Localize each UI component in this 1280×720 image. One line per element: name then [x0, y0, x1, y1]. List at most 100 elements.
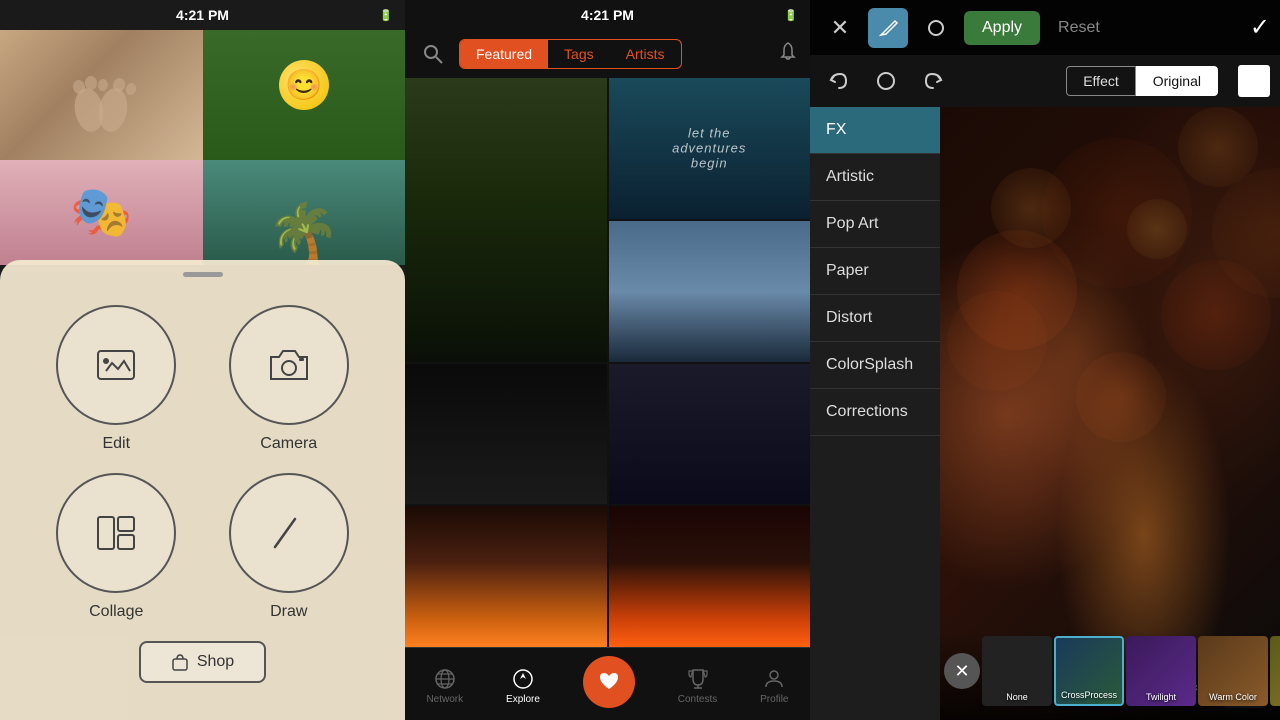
pen-tool-button[interactable] [868, 8, 908, 48]
camera-label: Camera [260, 435, 317, 453]
film-warmcolor[interactable]: Warm Color [1198, 636, 1268, 706]
pen-icon [877, 17, 899, 39]
original-button[interactable]: Original [1136, 66, 1218, 96]
redo-button[interactable] [916, 63, 952, 99]
explore-label: Explore [506, 694, 540, 705]
tab-group: Featured Tags Artists [459, 39, 682, 69]
shop-label: Shop [197, 653, 234, 671]
film-crossprocess-label: CrossProcess [1056, 690, 1122, 700]
network-globe-icon [433, 667, 457, 691]
explore-grid: let theadventuresbegin [405, 78, 810, 647]
photo-palm[interactable]: 🌴 [203, 160, 406, 265]
undo-icon [827, 70, 849, 92]
collage-circle-btn[interactable] [56, 473, 176, 593]
tabbar-contests[interactable]: Contests [678, 667, 717, 705]
search-icon-wrap[interactable] [417, 38, 449, 70]
tab-featured[interactable]: Featured [460, 40, 548, 68]
fx-menu: FX Artistic Pop Art Paper Distort ColorS… [810, 107, 940, 720]
reset-button[interactable]: Reset [1048, 11, 1110, 45]
palm-icon: 🌴 [266, 205, 341, 265]
explore-cell-6[interactable] [405, 506, 607, 647]
battery-p1: 🔋 [379, 9, 393, 22]
explore-cell-7[interactable] [609, 506, 811, 647]
film-warmcolor-label: Warm Color [1198, 692, 1268, 702]
film-twilight-label: Twilight [1126, 692, 1196, 702]
explore-icon [511, 667, 535, 691]
photo-mask[interactable]: 🎭 [0, 160, 203, 265]
profile-label: Profile [760, 694, 788, 705]
photo-smiley[interactable]: 😊 [203, 30, 406, 160]
collage-label: Collage [89, 603, 143, 621]
explore-cell-5[interactable] [609, 364, 811, 505]
film-crossprocess[interactable]: CrossProcess [1054, 636, 1124, 706]
mask-circle-button[interactable] [868, 63, 904, 99]
fx-menu-fx[interactable]: FX [810, 107, 940, 154]
feet-illustration [61, 55, 141, 135]
contests-label: Contests [678, 694, 717, 705]
fx-menu-paper[interactable]: Paper [810, 248, 940, 295]
color-swatch[interactable] [1238, 65, 1270, 97]
draw-label: Draw [270, 603, 307, 621]
camera-icon [265, 341, 313, 389]
tabbar-explore[interactable]: Explore [506, 667, 540, 705]
camera-circle-btn[interactable] [229, 305, 349, 425]
shop-button[interactable]: Shop [139, 641, 266, 683]
network-label: Network [426, 694, 463, 705]
menu-item-draw[interactable]: Draw [213, 473, 366, 621]
tabbar-network[interactable]: Network [426, 667, 463, 705]
explore-cell-1[interactable] [405, 78, 607, 362]
tab-artists[interactable]: Artists [610, 40, 681, 68]
edit-circle-btn[interactable] [56, 305, 176, 425]
fx-menu-popart[interactable]: Pop Art [810, 201, 940, 248]
tab-tags[interactable]: Tags [548, 40, 610, 68]
film-twilight[interactable]: Twilight [1126, 636, 1196, 706]
menu-item-edit[interactable]: Edit [40, 305, 193, 453]
redo-icon [923, 70, 945, 92]
apply-button[interactable]: Apply [964, 11, 1040, 45]
fx-menu-corrections[interactable]: Corrections [810, 389, 940, 436]
panel-editor: ✕ Apply Reset ✓ [810, 0, 1280, 720]
shop-bag-icon [171, 653, 189, 671]
confirm-button[interactable]: ✓ [1250, 13, 1270, 42]
circle-tool-button[interactable] [916, 8, 956, 48]
explore-fab-button[interactable] [583, 656, 635, 708]
draw-circle-btn[interactable] [229, 473, 349, 593]
photo-grid: 😊 🎭 🌴 [0, 30, 405, 265]
mask-circle-icon [875, 70, 897, 92]
filmstrip-close-button[interactable]: ✕ [944, 653, 980, 689]
tabbar-profile[interactable]: Profile [760, 667, 788, 705]
film-lightc[interactable]: Light C [1270, 636, 1280, 706]
fx-menu-distort[interactable]: Distort [810, 295, 940, 342]
panel-explore: 4:21 PM 🔋 Featured Tags Artists [405, 0, 810, 720]
menu-item-collage[interactable]: Collage [40, 473, 193, 621]
notification-icon [778, 41, 798, 61]
undo-button[interactable] [820, 63, 856, 99]
p3-topbar: ✕ Apply Reset ✓ [810, 0, 1280, 55]
explore-cell-2[interactable]: let theadventuresbegin [609, 78, 811, 219]
mask-icon: 🎭 [70, 183, 132, 242]
fx-menu-colorsplash[interactable]: ColorSplash [810, 342, 940, 389]
circle-tool-icon [925, 17, 947, 39]
heart-icon [596, 669, 622, 695]
film-none[interactable]: None [982, 636, 1052, 706]
menu-item-camera[interactable]: Camera [213, 305, 366, 453]
fx-menu-artistic[interactable]: Artistic [810, 154, 940, 201]
p2-tabbar: Network Explore Contests [405, 647, 810, 720]
edit-label: Edit [102, 435, 130, 453]
bokeh-5 [1076, 352, 1166, 442]
explore-cell-3[interactable] [609, 221, 811, 362]
profile-icon [762, 667, 786, 691]
p2-nav: Featured Tags Artists [405, 30, 810, 78]
explore-cell-4[interactable] [405, 364, 607, 505]
search-icon [423, 44, 443, 64]
p3-secondary-bar: Effect Original [810, 55, 1280, 107]
effect-button[interactable]: Effect [1066, 66, 1136, 96]
bell-icon[interactable] [778, 41, 798, 67]
film-lightc-label: Light C [1270, 692, 1280, 702]
menu-overlay: Edit Camera [0, 260, 405, 720]
photo-feet[interactable] [0, 30, 203, 160]
close-button[interactable]: ✕ [820, 8, 860, 48]
edit-icon [92, 341, 140, 389]
bokeh-3 [947, 291, 1047, 391]
menu-handle[interactable] [0, 260, 405, 285]
